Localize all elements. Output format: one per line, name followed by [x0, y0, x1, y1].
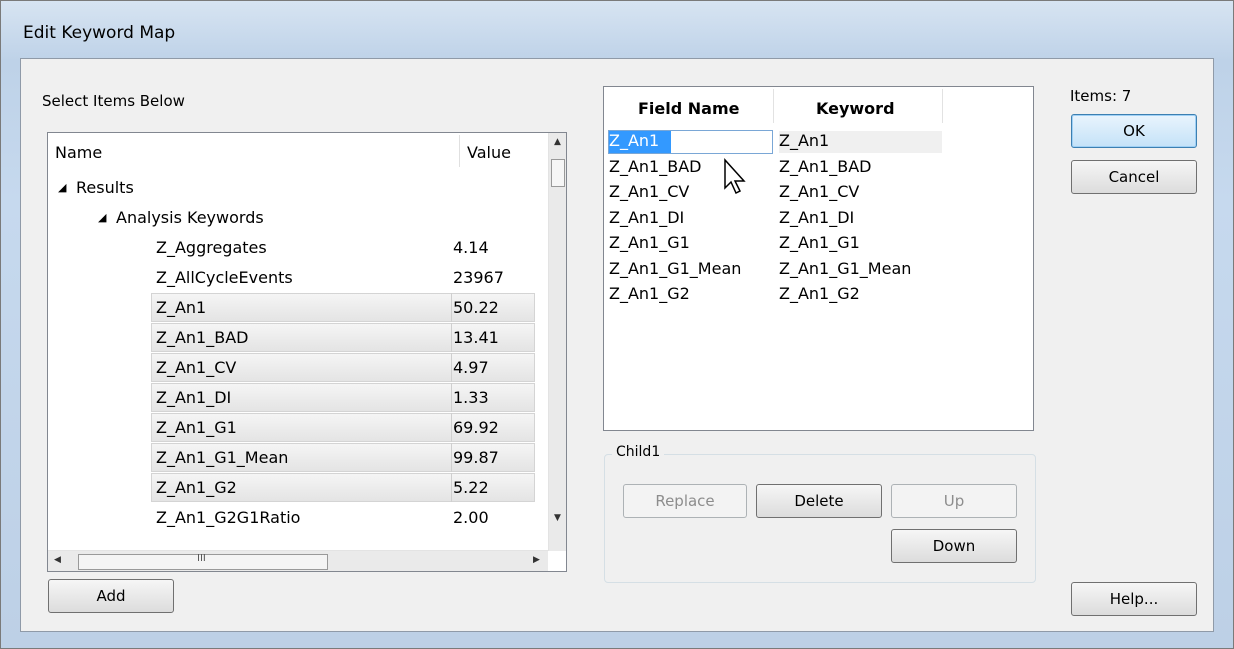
ok-button[interactable]: OK — [1071, 114, 1197, 148]
grip-icon: III — [197, 553, 206, 564]
tree-item-name: Z_An1_G1_Mean — [156, 448, 289, 467]
tree-item-name: Z_An1_CV — [156, 358, 237, 377]
tree-item-value: 23967 — [453, 268, 504, 287]
tree-item-name: Z_An1 — [156, 298, 207, 317]
map-row-field[interactable]: Z_An1 — [608, 130, 773, 154]
replace-button[interactable]: Replace — [623, 484, 747, 518]
column-field-name-header[interactable]: Field Name — [638, 99, 739, 118]
horizontal-scroll-thumb[interactable]: III — [78, 553, 328, 570]
tree-item-name: Z_An1_DI — [156, 388, 232, 407]
mouse-cursor-icon — [724, 158, 746, 195]
tree-item-row[interactable]: Z_An1_G2G1Ratio 2.00 — [48, 501, 535, 532]
tree-item-value: 4.14 — [453, 238, 489, 257]
tree-node-label: Results — [76, 178, 134, 197]
map-row-field[interactable]: Z_An1_CV — [609, 182, 689, 208]
map-row-field[interactable]: Z_An1_DI — [609, 208, 684, 234]
tree-item-value: 13.41 — [453, 328, 499, 347]
tree-node-analysis-keywords[interactable]: ◢ Analysis Keywords — [48, 201, 535, 232]
column-name-header[interactable]: Name — [55, 143, 102, 162]
map-row-keyword[interactable]: Z_An1_G1 — [779, 233, 860, 259]
tree-header: Name Value — [48, 133, 538, 171]
map-row-keyword[interactable]: Z_An1_G2 — [779, 284, 860, 310]
tree-item-name: Z_AllCycleEvents — [156, 268, 293, 287]
expand-triangle-icon[interactable]: ◢ — [58, 181, 66, 194]
tree-node-results[interactable]: ◢ Results — [48, 171, 535, 202]
header-separator — [773, 89, 774, 123]
tree-item-row[interactable]: Z_An1_G1 69.92 — [48, 411, 535, 442]
scroll-left-arrow-icon[interactable]: ◀ — [54, 555, 61, 565]
column-value-header[interactable]: Value — [467, 143, 511, 162]
delete-button[interactable]: Delete — [756, 484, 882, 518]
tree-item-row[interactable]: Z_An1_G1_Mean 99.87 — [48, 441, 535, 472]
tree-item-value: 99.87 — [453, 448, 499, 467]
tree-item-value: 69.92 — [453, 418, 499, 437]
map-row-keyword[interactable]: Z_An1_CV — [779, 182, 859, 208]
window-title: Edit Keyword Map — [23, 23, 176, 43]
vertical-scrollbar[interactable]: ▲ ▼ — [548, 133, 566, 551]
expand-triangle-icon[interactable]: ◢ — [98, 211, 106, 224]
keyword-map-list[interactable]: Field Name Keyword Z_An1 Z_An1 Z_An1_BAD Z_… — [603, 86, 1034, 431]
tree-item-row[interactable]: Z_An1_G2 5.22 — [48, 471, 535, 502]
tree-item-value: 50.22 — [453, 298, 499, 317]
map-row-keyword[interactable]: Z_An1_BAD — [779, 157, 871, 183]
up-button[interactable]: Up — [891, 484, 1017, 518]
group-label: Child1 — [612, 444, 665, 460]
scroll-up-arrow-icon[interactable]: ▲ — [554, 137, 561, 147]
items-count-label: Items: 7 — [1070, 87, 1132, 105]
tree-item-row[interactable]: Z_AllCycleEvents 23967 — [48, 261, 535, 292]
column-keyword-header[interactable]: Keyword — [816, 99, 895, 118]
items-tree[interactable]: Name Value ◢ Results ◢ Analysis Keywords… — [47, 132, 567, 572]
tree-item-value: 5.22 — [453, 478, 489, 497]
tree-item-name: Z_Aggregates — [156, 238, 267, 257]
tree-item-value: 1.33 — [453, 388, 489, 407]
tree-item-name: Z_An1_G1 — [156, 418, 237, 437]
tree-item-row[interactable]: Z_An1_DI 1.33 — [48, 381, 535, 412]
select-items-label: Select Items Below — [42, 92, 185, 110]
map-row-field[interactable]: Z_An1_G2 — [609, 284, 690, 310]
child1-group-box — [604, 454, 1036, 583]
header-separator — [459, 135, 460, 167]
tree-item-name: Z_An1_BAD — [156, 328, 249, 347]
map-row-keyword[interactable]: Z_An1_DI — [779, 208, 854, 234]
tree-item-value: 4.97 — [453, 358, 489, 377]
add-button[interactable]: Add — [48, 579, 174, 613]
tree-item-row[interactable]: Z_An1_CV 4.97 — [48, 351, 535, 382]
vertical-scroll-thumb[interactable] — [551, 159, 565, 187]
tree-item-row[interactable]: Z_An1_BAD 13.41 — [48, 321, 535, 352]
cancel-button[interactable]: Cancel — [1071, 160, 1197, 194]
tree-item-name: Z_An1_G2G1Ratio — [156, 508, 301, 527]
help-button[interactable]: Help... — [1071, 582, 1197, 616]
map-row-field[interactable]: Z_An1_G1_Mean — [609, 259, 741, 285]
tree-item-name: Z_An1_G2 — [156, 478, 237, 497]
title-bar[interactable]: Edit Keyword Map — [1, 1, 1233, 59]
map-row-keyword[interactable]: Z_An1 — [779, 131, 942, 153]
tree-item-value: 2.00 — [453, 508, 489, 527]
tree-item-row[interactable]: Z_An1 50.22 — [48, 291, 535, 322]
down-button[interactable]: Down — [891, 529, 1017, 563]
map-row-keyword[interactable]: Z_An1_G1_Mean — [779, 259, 911, 285]
scroll-down-arrow-icon[interactable]: ▼ — [554, 513, 561, 523]
tree-node-label: Analysis Keywords — [116, 208, 264, 227]
scroll-right-arrow-icon[interactable]: ▶ — [533, 555, 540, 565]
map-row-field[interactable]: Z_An1_G1 — [609, 233, 690, 259]
header-separator — [942, 89, 943, 123]
tree-item-row[interactable]: Z_Aggregates 4.14 — [48, 231, 535, 262]
map-row-field[interactable]: Z_An1_BAD — [609, 157, 701, 183]
horizontal-scrollbar[interactable]: ◀ III ▶ — [48, 550, 548, 571]
